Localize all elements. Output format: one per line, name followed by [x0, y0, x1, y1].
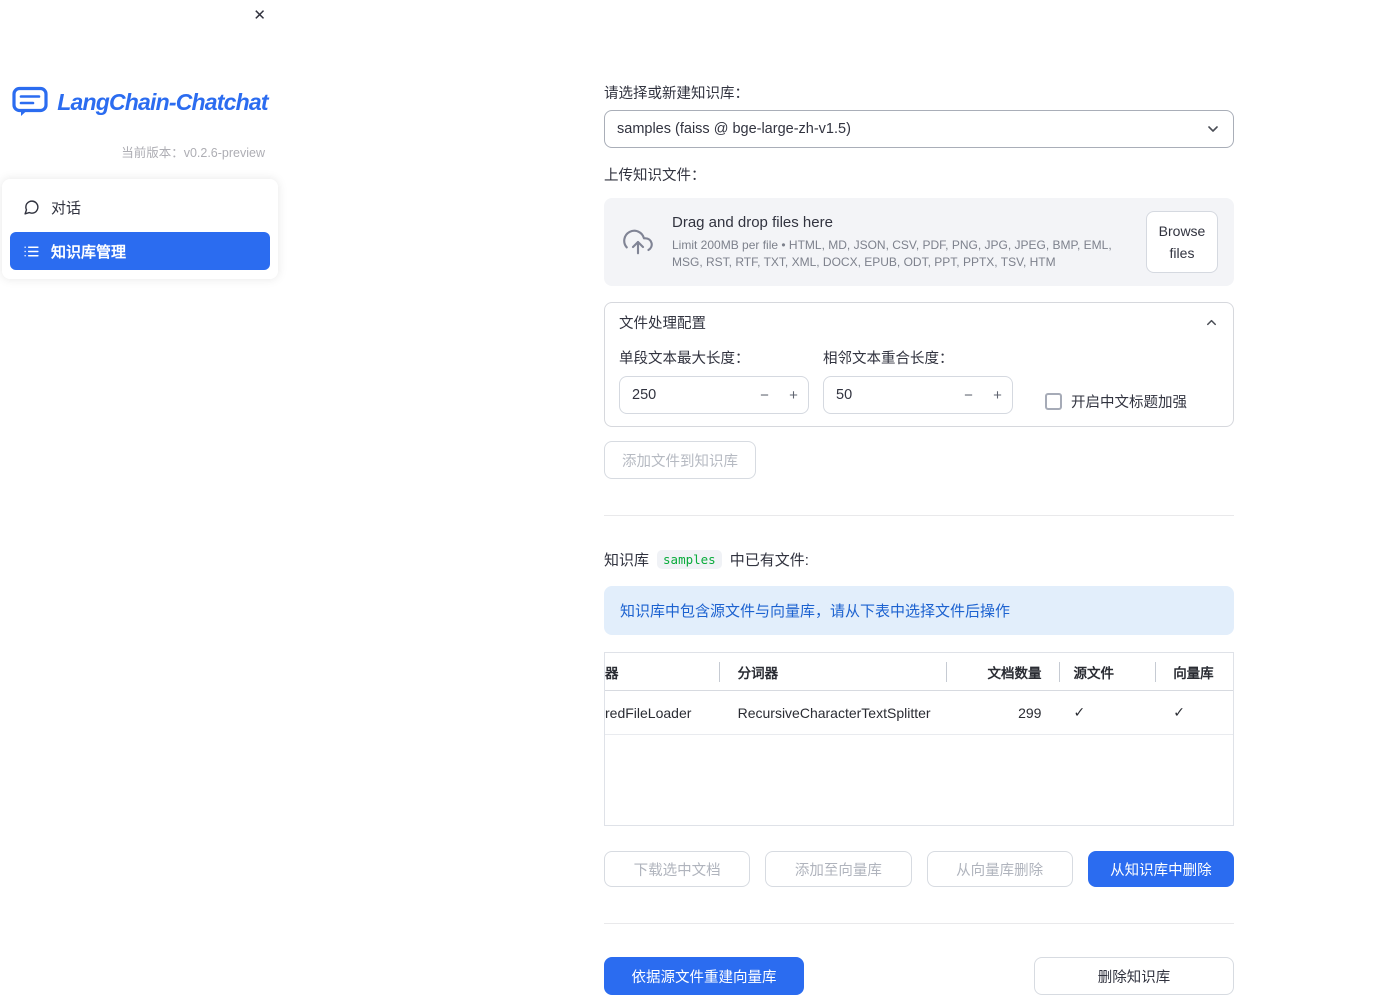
table-header-splitter[interactable]: 分词器: [720, 653, 947, 690]
file-config-expander: 文件处理配置 单段文本最大长度： 250 − + 相邻文本重合长度： 50 − …: [604, 302, 1234, 427]
kb-files-table: 器 分词器 文档数量 源文件 向量库 redFileLoader Recursi…: [604, 652, 1234, 826]
zh-title-enhance-checkbox[interactable]: [1045, 393, 1062, 410]
app-logo: LangChain-Chatchat: [0, 86, 280, 118]
chevron-up-icon: [1204, 315, 1219, 330]
version-text: 当前版本：v0.2.6-preview: [121, 146, 265, 160]
delete-kb-button[interactable]: 删除知识库: [1034, 957, 1234, 995]
divider: [604, 515, 1234, 516]
kb-files-heading: 知识库 samples 中已有文件:: [604, 549, 1234, 570]
browse-files-button[interactable]: Browse files: [1146, 210, 1218, 274]
kb-action-buttons: 依据源文件重建向量库 删除知识库: [604, 957, 1234, 995]
cell-splitter: RecursiveCharacterTextSplitter: [737, 704, 931, 721]
overlap-decrement-button[interactable]: −: [954, 377, 983, 413]
logo-chat-icon: [12, 86, 48, 118]
kb-name-code: samples: [657, 550, 722, 569]
table-header-doc-count[interactable]: 文档数量: [947, 653, 1061, 690]
sidebar: ✕ LangChain-Chatchat 当前版本：v0.2.6-preview: [0, 0, 280, 1002]
overlap-value: 50: [836, 387, 853, 403]
sidebar-item-label: 知识库管理: [51, 243, 127, 261]
overlap-input[interactable]: 50 − +: [823, 376, 1013, 414]
zh-title-enhance-label: 开启中文标题加强: [1071, 395, 1187, 411]
uploader-title: Drag and drop files here: [672, 214, 833, 232]
kb-select-label: 请选择或新建知识库：: [604, 86, 749, 102]
cloud-upload-icon: [620, 227, 656, 257]
overlap-field: 相邻文本重合长度： 50 − +: [823, 341, 1013, 414]
upload-label: 上传知识文件：: [604, 168, 706, 184]
sidebar-item-knowledge-base[interactable]: 知识库管理: [10, 232, 270, 270]
kb-selectbox[interactable]: samples (faiss @ bge-large-zh-v1.5): [604, 110, 1234, 148]
row-action-buttons: 下载选中文档 添加至向量库 从向量库删除 从知识库中删除: [604, 851, 1234, 887]
app-root: ✕ LangChain-Chatchat 当前版本：v0.2.6-preview: [0, 0, 1380, 1002]
divider: [604, 923, 1234, 924]
chat-bubble-icon: [23, 199, 40, 216]
cell-loader: redFileLoader: [605, 704, 692, 721]
cell-doc-count: 299: [1018, 704, 1042, 721]
download-selected-button[interactable]: 下载选中文档: [604, 851, 751, 887]
rebuild-vector-store-button[interactable]: 依据源文件重建向量库: [604, 957, 804, 995]
uploader-texts: Drag and drop files here Limit 200MB per…: [672, 214, 1130, 269]
overlap-label: 相邻文本重合长度：: [823, 351, 954, 367]
max-length-value: 250: [632, 387, 657, 403]
uploader-limit: Limit 200MB per file • HTML, MD, JSON, C…: [672, 238, 1112, 269]
file-config-body: 单段文本最大长度： 250 − + 相邻文本重合长度： 50 − + 开启中文标…: [605, 341, 1233, 414]
sidebar-close-button[interactable]: ✕: [253, 8, 266, 23]
max-length-increment-button[interactable]: +: [779, 377, 808, 413]
add-to-vector-store-button[interactable]: 添加至向量库: [765, 851, 912, 887]
table-header-row: 器 分词器 文档数量 源文件 向量库: [605, 653, 1233, 691]
file-config-expander-header[interactable]: 文件处理配置: [605, 303, 1233, 341]
kb-files-prefix: 知识库: [604, 552, 650, 569]
file-uploader-dropzone[interactable]: Drag and drop files here Limit 200MB per…: [604, 198, 1234, 286]
delete-from-kb-button[interactable]: 从知识库中删除: [1087, 851, 1234, 887]
max-length-input[interactable]: 250 − +: [619, 376, 809, 414]
main-content: 请选择或新建知识库： samples (faiss @ bge-large-zh…: [604, 0, 1234, 995]
list-icon: [23, 243, 40, 260]
chevron-down-icon: [1205, 121, 1221, 137]
table-header-loader[interactable]: 器: [605, 653, 720, 690]
delete-from-vector-store-button[interactable]: 从向量库删除: [926, 851, 1073, 887]
table-row[interactable]: redFileLoader RecursiveCharacterTextSpli…: [605, 691, 1233, 735]
table-header-source-file[interactable]: 源文件: [1060, 653, 1156, 690]
add-files-to-kb-button[interactable]: 添加文件到知识库: [604, 441, 756, 479]
zh-title-enhance-field: 开启中文标题加强: [1045, 341, 1187, 414]
max-length-field: 单段文本最大长度： 250 − +: [619, 341, 809, 414]
max-length-label: 单段文本最大长度：: [619, 351, 750, 367]
cell-source-file-check: ✓: [1073, 704, 1086, 720]
logo-text: LangChain-Chatchat: [57, 88, 268, 115]
kb-selected-value: samples (faiss @ bge-large-zh-v1.5): [617, 121, 851, 137]
max-length-decrement-button[interactable]: −: [750, 377, 779, 413]
overlap-increment-button[interactable]: +: [983, 377, 1012, 413]
table-header-vector-store[interactable]: 向量库: [1156, 653, 1233, 690]
kb-files-suffix: 中已有文件:: [729, 552, 809, 569]
cell-vector-store-check: ✓: [1173, 704, 1185, 720]
sidebar-menu: 对话 知识库管理: [2, 179, 278, 279]
sidebar-item-chat[interactable]: 对话: [10, 188, 270, 226]
expander-title: 文件处理配置: [619, 315, 706, 332]
sidebar-item-label: 对话: [51, 199, 82, 217]
info-alert: 知识库中包含源文件与向量库，请从下表中选择文件后操作: [604, 586, 1234, 635]
